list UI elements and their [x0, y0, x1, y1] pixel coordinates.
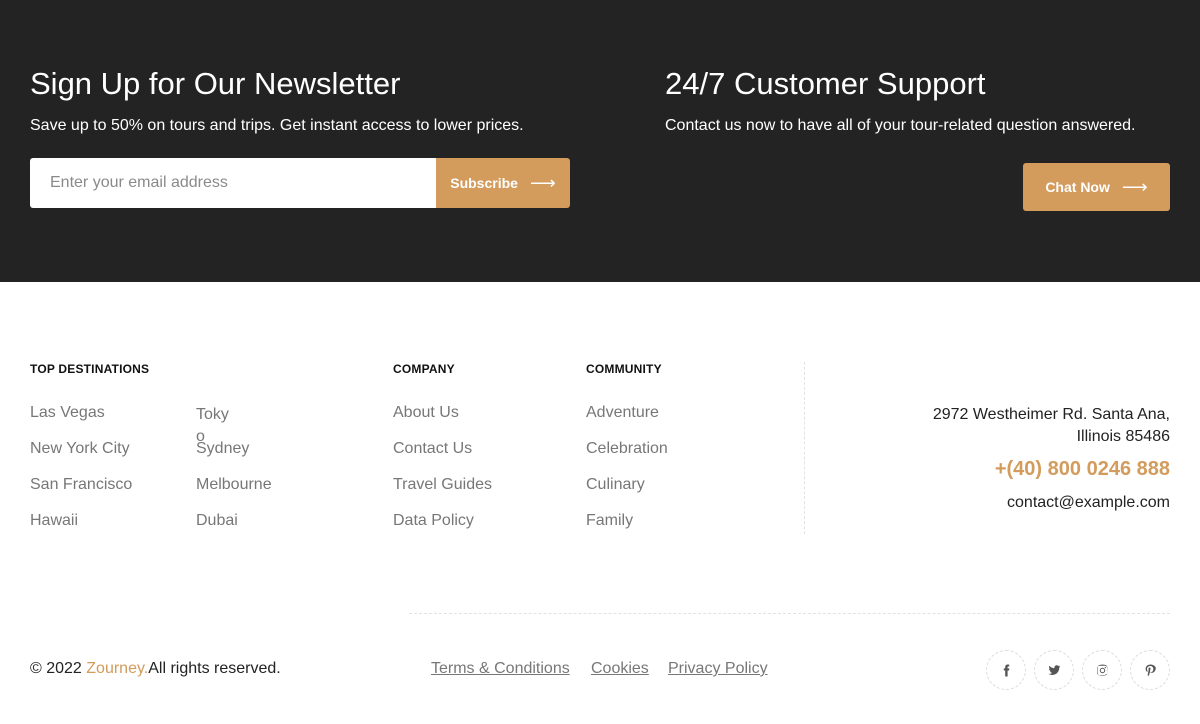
contact-phone[interactable]: +(40) 800 0246 888: [995, 458, 1170, 481]
subscribe-label: Subscribe: [450, 175, 518, 191]
company-link[interactable]: Travel Guides: [393, 476, 492, 494]
newsletter-title: Sign Up for Our Newsletter: [30, 66, 401, 101]
copyright-prefix: © 2022: [30, 660, 87, 677]
email-input[interactable]: [30, 158, 436, 208]
support-subtitle: Contact us now to have all of your tour-…: [665, 117, 1136, 134]
company-link[interactable]: Data Policy: [393, 512, 474, 530]
community-heading: COMMUNITY: [586, 362, 662, 376]
contact-email[interactable]: contact@example.com: [1007, 494, 1170, 512]
terms-link[interactable]: Terms & Conditions: [431, 660, 570, 678]
community-link[interactable]: Family: [586, 512, 633, 530]
instagram-icon[interactable]: [1082, 650, 1122, 690]
destination-link[interactable]: Dubai: [196, 512, 238, 530]
newsletter-band: Sign Up for Our Newsletter Save up to 50…: [0, 0, 1200, 282]
destination-link[interactable]: San Francisco: [30, 476, 132, 494]
destination-link[interactable]: Hawaii: [30, 512, 78, 530]
destination-link[interactable]: Melbourne: [196, 476, 272, 494]
privacy-policy-link[interactable]: Privacy Policy: [668, 660, 768, 678]
subscribe-button[interactable]: Subscribe ⟶: [436, 158, 570, 208]
cookies-link[interactable]: Cookies: [591, 660, 649, 678]
arrow-right-icon: ⟶: [1121, 177, 1148, 197]
pinterest-icon[interactable]: [1130, 650, 1170, 690]
brand-link[interactable]: Zourney.: [86, 660, 148, 677]
destination-link[interactable]: New York City: [30, 440, 130, 458]
community-link[interactable]: Culinary: [586, 476, 645, 494]
company-link[interactable]: Contact Us: [393, 440, 472, 458]
facebook-icon[interactable]: [986, 650, 1026, 690]
newsletter-subtitle: Save up to 50% on tours and trips. Get i…: [30, 117, 524, 134]
company-link[interactable]: About Us: [393, 404, 459, 422]
chat-now-label: Chat Now: [1045, 179, 1110, 195]
column-divider: [804, 362, 805, 534]
arrow-right-icon: ⟶: [529, 173, 556, 193]
destination-link[interactable]: Sydney: [196, 440, 249, 458]
chat-now-button[interactable]: Chat Now ⟶: [1023, 163, 1170, 211]
copyright: © 2022 Zourney.All rights reserved.: [30, 660, 281, 678]
copyright-suffix: All rights reserved.: [148, 660, 281, 677]
top-destinations-heading: TOP DESTINATIONS: [30, 362, 150, 376]
company-heading: COMPANY: [393, 362, 455, 376]
community-link[interactable]: Adventure: [586, 404, 659, 422]
support-title: 24/7 Customer Support: [665, 66, 986, 101]
contact-address: 2972 Westheimer Rd. Santa Ana, Illinois …: [932, 406, 1170, 445]
twitter-icon[interactable]: [1034, 650, 1074, 690]
community-link[interactable]: Celebration: [586, 440, 668, 458]
destination-link[interactable]: Las Vegas: [30, 404, 105, 422]
footer-divider: [409, 613, 1170, 614]
